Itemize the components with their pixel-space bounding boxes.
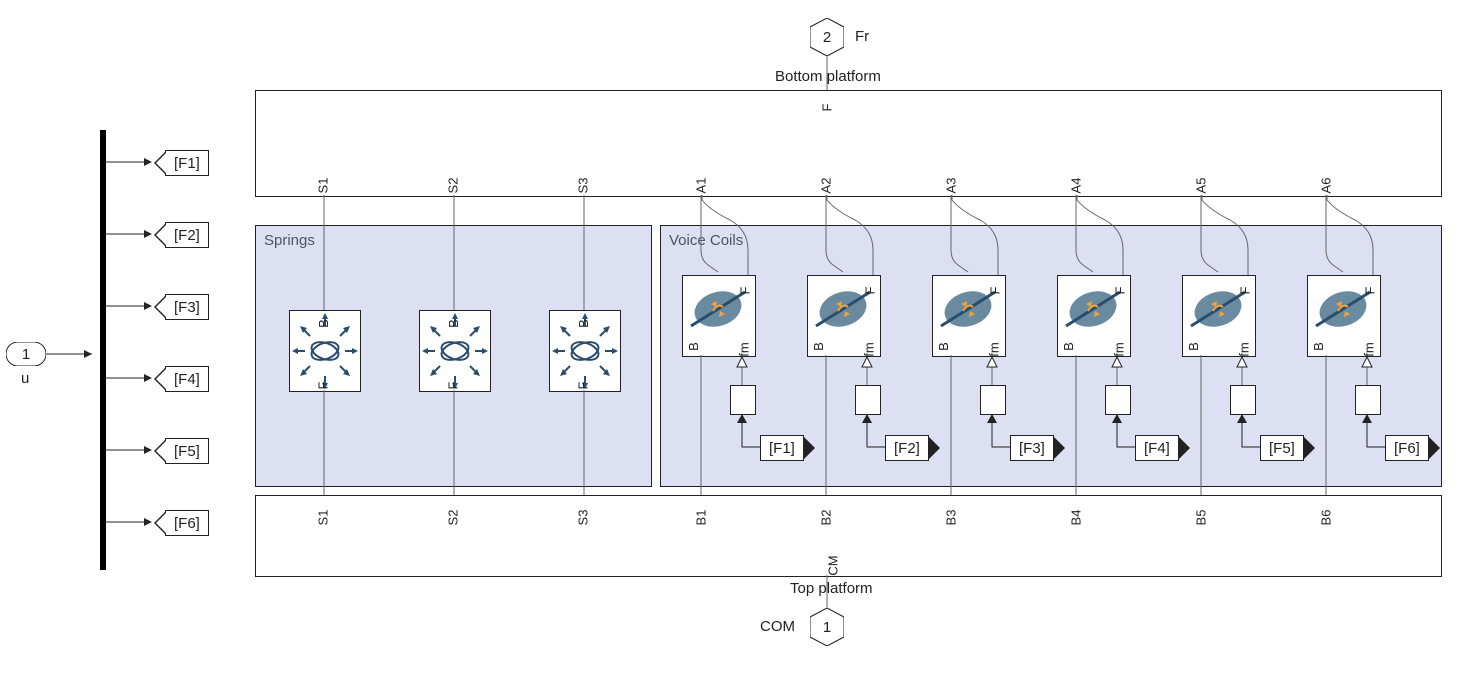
vc3-b: B [936, 342, 951, 351]
bot-port-b3: B3 [943, 510, 958, 526]
spring-3-f: F [575, 382, 590, 390]
top-platform-block[interactable] [255, 495, 1442, 577]
bot-port-b4: B4 [1068, 510, 1083, 526]
conn-com[interactable]: 1 [810, 608, 844, 646]
top-port-s2: S2 [445, 178, 460, 194]
from-f1[interactable]: [F1] [760, 435, 804, 461]
conv-1[interactable] [730, 385, 756, 415]
goto-f1[interactable]: [F1] [165, 150, 209, 176]
vc4-b: B [1061, 342, 1076, 351]
goto-f2[interactable]: [F2] [165, 222, 209, 248]
vc6-fm: fm [1362, 342, 1377, 356]
top-port-a5: A5 [1193, 178, 1208, 194]
vc2-fm: fm [862, 342, 877, 356]
outport-fr[interactable]: 2 [810, 18, 844, 56]
from-f2[interactable]: [F2] [885, 435, 929, 461]
bottom-platform-title: Bottom platform [775, 68, 881, 85]
goto-f3[interactable]: [F3] [165, 294, 209, 320]
inport-u-num: 1 [22, 346, 30, 363]
outport-fr-label: Fr [855, 28, 869, 45]
vc4-f: F [1112, 287, 1127, 295]
conn-com-label: COM [760, 618, 795, 635]
bot-port-s1: S1 [315, 510, 330, 526]
spring-2-b: B [446, 319, 461, 328]
bot-port-b5: B5 [1193, 510, 1208, 526]
bus-bar [100, 130, 106, 570]
vc3-fm: fm [987, 342, 1002, 356]
spring-3-b: B [576, 319, 591, 328]
bot-port-s2: S2 [445, 510, 460, 526]
bottom-platform-block[interactable] [255, 90, 1442, 197]
from-f5[interactable]: [F5] [1260, 435, 1304, 461]
top-port-a6: A6 [1318, 178, 1333, 194]
bot-port-b1: B1 [693, 510, 708, 526]
bot-port-s3: S3 [575, 510, 590, 526]
from-f6[interactable]: [F6] [1385, 435, 1429, 461]
from-f4[interactable]: [F4] [1135, 435, 1179, 461]
bot-port-b6: B6 [1318, 510, 1333, 526]
vc5-fm: fm [1237, 342, 1252, 356]
from-f3[interactable]: [F3] [1010, 435, 1054, 461]
springs-area-title: Springs [264, 232, 315, 249]
goto-f6[interactable]: [F6] [165, 510, 209, 536]
vc5-b: B [1186, 342, 1201, 351]
conv-2[interactable] [855, 385, 881, 415]
spring-1-f: F [315, 382, 330, 390]
top-port-a4: A4 [1068, 178, 1083, 194]
vc2-b: B [811, 342, 826, 351]
outport-fr-num: 2 [823, 29, 831, 46]
vc5-f: F [1237, 287, 1252, 295]
top-port-a3: A3 [943, 178, 958, 194]
spring-2-f: F [445, 382, 460, 390]
vc1-b: B [686, 342, 701, 351]
spring-1-b: B [316, 319, 331, 328]
top-port-a1: A1 [693, 178, 708, 194]
conn-com-num: 1 [823, 619, 831, 636]
conv-4[interactable] [1105, 385, 1131, 415]
inport-u[interactable]: 1 [6, 342, 46, 366]
conv-3[interactable] [980, 385, 1006, 415]
bot-port-b2: B2 [818, 510, 833, 526]
bottom-platform-port-f: F [819, 104, 834, 112]
vc6-f: F [1362, 287, 1377, 295]
goto-f5[interactable]: [F5] [165, 438, 209, 464]
top-port-s3: S3 [575, 178, 590, 194]
vc4-fm: fm [1112, 342, 1127, 356]
vc2-f: F [862, 287, 877, 295]
inport-u-label: u [21, 370, 29, 387]
top-port-a2: A2 [818, 178, 833, 194]
top-port-s1: S1 [315, 178, 330, 194]
top-platform-port-cm: CM [826, 555, 841, 575]
conv-5[interactable] [1230, 385, 1256, 415]
goto-f4[interactable]: [F4] [165, 366, 209, 392]
vc6-b: B [1311, 342, 1326, 351]
vc1-f: F [737, 287, 752, 295]
conv-6[interactable] [1355, 385, 1381, 415]
top-platform-title: Top platform [790, 580, 873, 597]
vc1-fm: fm [737, 342, 752, 356]
voicecoils-area-title: Voice Coils [669, 232, 743, 249]
vc3-f: F [987, 287, 1002, 295]
